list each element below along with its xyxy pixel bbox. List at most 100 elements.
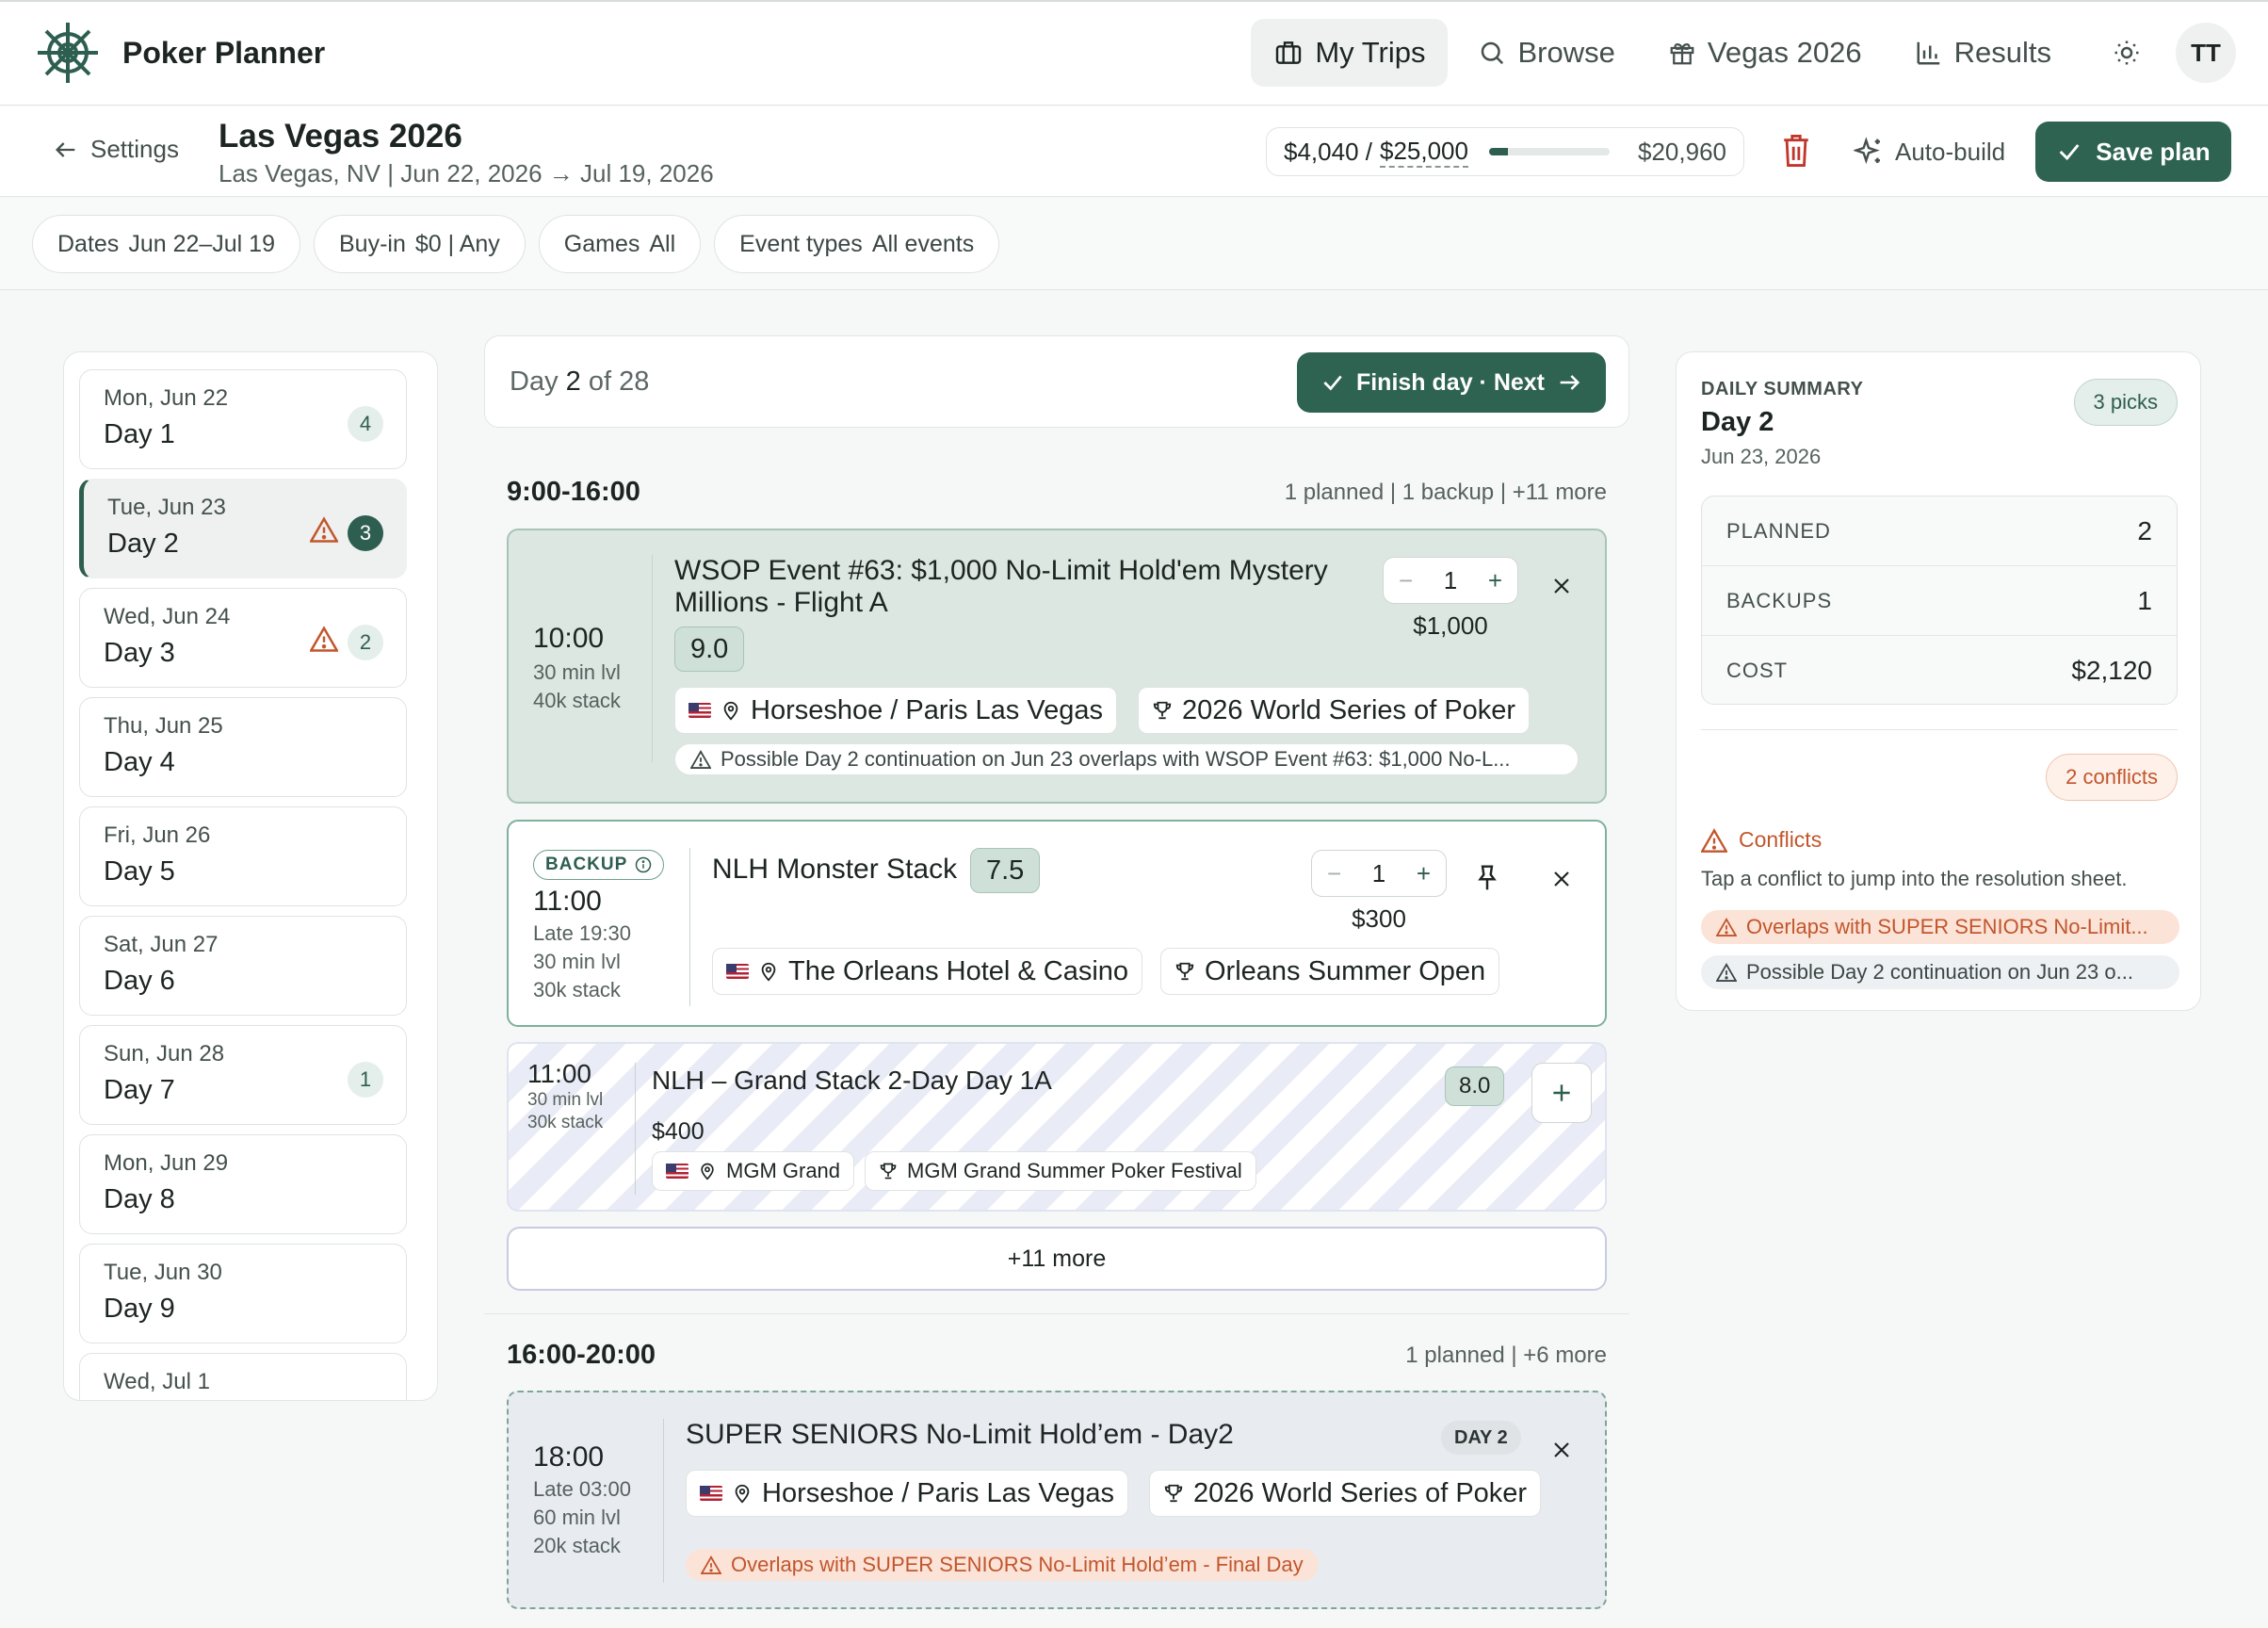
venue-tag[interactable]: MGM Grand	[652, 1151, 855, 1191]
day-date: Sun, Jun 28	[104, 1041, 225, 1066]
nav-vegas-2026[interactable]: Vegas 2026	[1645, 19, 1885, 87]
auto-build-button[interactable]: Auto-build	[1854, 131, 2005, 172]
increment-button[interactable]: +	[1417, 859, 1431, 888]
event-price: $1,000	[1413, 611, 1488, 640]
show-more-button[interactable]: +11 more	[507, 1227, 1607, 1291]
series-tag[interactable]: MGM Grand Summer Poker Festival	[865, 1151, 1256, 1191]
slot-time-range: 9:00-16:00	[507, 477, 640, 507]
day-list[interactable]: Mon, Jun 22 Day 1 4 Tue, Jun 23 Day 2 3 …	[63, 351, 438, 1401]
ship-wheel-icon	[34, 19, 102, 87]
day-name: Day 5	[104, 856, 175, 887]
summary-label: DAILY SUMMARY	[1701, 379, 1864, 399]
quantity-stepper[interactable]: − 1 +	[1311, 850, 1447, 897]
app-name: Poker Planner	[122, 35, 326, 70]
conflicts-heading: Conflicts	[1701, 827, 1822, 853]
day-item-6[interactable]: Sat, Jun 27 Day 6	[79, 916, 407, 1016]
slot-header: 9:00-16:00 1 planned | 1 backup | +11 mo…	[507, 477, 1607, 508]
save-plan-button[interactable]: Save plan	[2035, 122, 2231, 182]
delete-plan-button[interactable]	[1780, 133, 1812, 173]
us-flag-icon	[700, 1486, 722, 1501]
day-date: Fri, Jun 26	[104, 822, 211, 848]
event-stack: 20k stack	[533, 1534, 621, 1557]
filter-event-types[interactable]: Event types All events	[714, 215, 1000, 273]
day-item-7[interactable]: Sun, Jun 28 Day 7 1	[79, 1025, 407, 1125]
day-item-9[interactable]: Tue, Jun 30 Day 9	[79, 1244, 407, 1343]
day-item-8[interactable]: Mon, Jun 29 Day 8	[79, 1134, 407, 1234]
warning-icon	[690, 750, 711, 769]
budget-total[interactable]: $25,000	[1379, 137, 1468, 168]
add-event-button[interactable]	[1531, 1063, 1592, 1123]
decrement-button[interactable]: −	[1399, 566, 1413, 595]
event-level: 30 min lvl	[527, 1090, 604, 1110]
event-title: NLH – Grand Stack 2-Day Day 1A	[652, 1066, 1052, 1095]
series-tag[interactable]: Orleans Summer Open	[1160, 948, 1500, 995]
trophy-icon	[1163, 1482, 1184, 1505]
budget-meter[interactable]: $4,040 / $25,000 $20,960	[1266, 127, 1744, 176]
conflict-chip[interactable]: Possible Day 2 continuation on Jun 23 ov…	[674, 743, 1579, 775]
filter-games[interactable]: Games All	[538, 215, 702, 273]
slot-time-range: 16:00-20:00	[507, 1340, 656, 1370]
conflict-count-badge[interactable]: 2 conflicts	[2046, 754, 2178, 801]
avatar[interactable]: TT	[2176, 23, 2236, 83]
slot-meta: 1 planned | 1 backup | +11 more	[1284, 479, 1607, 505]
check-icon	[2056, 138, 2082, 165]
stat-label: PLANNED	[1726, 518, 1831, 543]
series-tag[interactable]: 2026 World Series of Poker	[1149, 1470, 1542, 1517]
event-card-available[interactable]: 11:00 30 min lvl 30k stack NLH – Grand S…	[507, 1042, 1607, 1212]
location-pin-icon	[758, 960, 779, 983]
day-item-5[interactable]: Fri, Jun 26 Day 5	[79, 806, 407, 906]
day-name: Day 8	[104, 1184, 175, 1214]
day-item-4[interactable]: Thu, Jun 25 Day 4	[79, 697, 407, 797]
remove-event-button[interactable]	[1547, 1436, 1576, 1464]
event-level: 60 min lvl	[533, 1506, 621, 1529]
event-late-reg: Late 03:00	[533, 1477, 631, 1501]
back-to-settings[interactable]: Settings	[53, 135, 179, 164]
venue-tag[interactable]: Horseshoe / Paris Las Vegas	[674, 687, 1117, 734]
day-name: Day 4	[104, 747, 175, 777]
filter-dates[interactable]: Dates Jun 22–Jul 19	[32, 215, 300, 273]
event-time: 11:00	[527, 1059, 591, 1088]
day-item-2[interactable]: Tue, Jun 23 Day 2 3	[79, 479, 407, 578]
us-flag-icon	[726, 964, 749, 979]
brand[interactable]: Poker Planner	[34, 19, 325, 87]
conflict-chip[interactable]: Overlaps with SUPER SENIORS No-Limit Hol…	[686, 1549, 1319, 1581]
series-tag[interactable]: 2026 World Series of Poker	[1138, 687, 1531, 734]
nav-label: Vegas 2026	[1707, 36, 1862, 69]
theme-toggle[interactable]	[2097, 23, 2157, 83]
conflict-link[interactable]: Overlaps with SUPER SENIORS No-Limit...	[1701, 910, 2179, 944]
decrement-button[interactable]: −	[1327, 859, 1341, 888]
nav-browse[interactable]: Browse	[1455, 19, 1637, 87]
day-item-3[interactable]: Wed, Jun 24 Day 3 2	[79, 588, 407, 688]
quantity-stepper[interactable]: − 1 +	[1383, 557, 1518, 604]
day-date: Mon, Jun 29	[104, 1150, 229, 1176]
event-card-planned[interactable]: 10:00 30 min lvl 40k stack WSOP Event #6…	[507, 529, 1607, 804]
remove-event-button[interactable]	[1547, 865, 1576, 893]
warning-icon	[701, 1555, 721, 1574]
event-card-backup[interactable]: BACKUP 11:00 Late 19:30 30 min lvl 30k s…	[507, 820, 1607, 1027]
day-item-10[interactable]: Wed, Jul 1	[79, 1353, 407, 1400]
event-card-continuation[interactable]: 18:00 Late 03:00 60 min lvl 20k stack SU…	[507, 1391, 1607, 1609]
finish-day-button[interactable]: Finish day · Next	[1297, 352, 1606, 413]
budget-progress	[1488, 148, 1610, 155]
venue-tag[interactable]: Horseshoe / Paris Las Vegas	[686, 1470, 1128, 1517]
pin-button[interactable]	[1473, 863, 1501, 898]
day-current: 2	[565, 366, 581, 397]
filter-buy-in[interactable]: Buy-in $0 | Any	[314, 215, 526, 273]
day-item-1[interactable]: Mon, Jun 22 Day 1 4	[79, 369, 407, 469]
day-header: Day 2 of 28 Finish day · Next	[484, 335, 1629, 428]
venue-tag[interactable]: The Orleans Hotel & Casino	[712, 948, 1143, 995]
filter-value: Jun 22–Jul 19	[128, 230, 275, 257]
conflict-link-text: Overlaps with SUPER SENIORS No-Limit...	[1746, 915, 2148, 938]
remove-event-button[interactable]	[1547, 572, 1576, 600]
trophy-icon	[1174, 960, 1195, 983]
increment-button[interactable]: +	[1488, 566, 1502, 595]
conflict-text: Possible Day 2 continuation on Jun 23 ov…	[721, 747, 1511, 771]
day-name: Day 3	[104, 638, 175, 668]
save-plan-label: Save plan	[2096, 137, 2211, 166]
nav-results[interactable]: Results	[1892, 19, 2074, 87]
event-stack: 40k stack	[533, 689, 621, 712]
warning-icon	[310, 626, 338, 652]
conflict-link[interactable]: Possible Day 2 continuation on Jun 23 o.…	[1701, 955, 2179, 989]
nav-my-trips[interactable]: My Trips	[1251, 19, 1449, 87]
arrow-right-icon	[1556, 369, 1582, 396]
